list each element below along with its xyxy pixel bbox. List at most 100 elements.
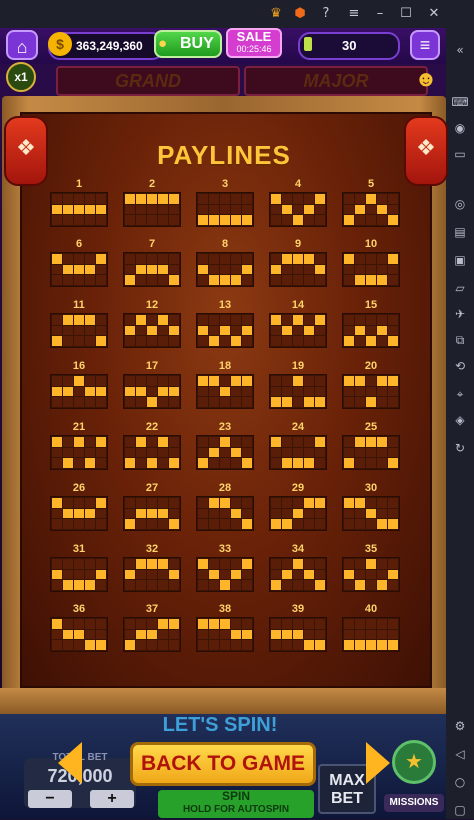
payline-number: 30 <box>364 482 378 494</box>
missions-button[interactable]: ★ MISSIONS <box>384 740 444 816</box>
screenshot-icon[interactable]: ▣ <box>450 250 470 270</box>
camera-icon[interactable]: ◎ <box>450 194 470 214</box>
payline-cell <box>231 458 241 468</box>
recents-icon[interactable]: ▢ <box>450 800 470 820</box>
payline-cell <box>74 580 84 590</box>
payline-cell <box>344 325 354 336</box>
payline-cell <box>158 204 168 215</box>
multiplier-badge[interactable]: x1 <box>6 62 36 92</box>
payline-number: 10 <box>364 238 378 250</box>
close-icon[interactable]: ✕ <box>424 4 444 24</box>
payline-cell <box>96 519 106 529</box>
payline-cell <box>344 437 354 447</box>
payline-cell <box>366 498 376 508</box>
help-icon[interactable]: ? <box>316 4 336 24</box>
payline-cell <box>85 519 95 529</box>
payline-cell <box>85 640 95 650</box>
payline-cell <box>158 447 168 458</box>
payline-cell <box>304 275 314 285</box>
payline-cell <box>52 376 62 386</box>
emulator-side-toolbar: « ⌨ ◉ ▭ ◎ ▤ ▣ ▱ ✈ ⧉ ⟲ ⌖ ◈ ↻ ⚙ ◁ ○ ▢ <box>446 28 474 819</box>
payline-cell <box>74 519 84 529</box>
lucky-cat-icon[interactable]: ☻ <box>410 64 442 94</box>
payline-diagram <box>123 313 181 348</box>
payline-number: 38 <box>218 603 232 615</box>
resize-icon[interactable]: ⧉ <box>450 330 470 350</box>
payline-cell <box>158 386 168 397</box>
payline-cell <box>147 336 157 346</box>
payline-cell <box>293 619 303 629</box>
payline-cell <box>63 215 73 225</box>
payline-cell <box>293 640 303 650</box>
payline-cell <box>271 640 281 650</box>
payline-cell <box>96 437 106 447</box>
expand-icon[interactable]: « <box>450 40 470 60</box>
app-icon[interactable]: ⬢ <box>290 4 310 24</box>
minimize-icon[interactable]: – <box>370 4 390 24</box>
payline-cell <box>242 215 252 225</box>
keyboard-icon[interactable]: ⌨ <box>450 92 470 112</box>
payline-cell <box>85 559 95 569</box>
location-icon[interactable]: ⌖ <box>450 384 470 404</box>
decrease-bet-button[interactable]: − <box>28 790 72 808</box>
main-menu-button[interactable]: ≡ <box>410 30 440 60</box>
layers-icon[interactable]: ◈ <box>450 410 470 430</box>
payline-cell <box>377 336 387 346</box>
payline-cell <box>147 264 157 275</box>
menu-icon[interactable]: ≡ <box>344 4 364 24</box>
back-to-game-button[interactable]: BACK TO GAME <box>130 742 316 786</box>
jackpot-strip: GRAND MAJOR <box>44 64 440 96</box>
payline-cell <box>169 508 179 519</box>
payline-cell <box>231 559 241 569</box>
payline-cell <box>355 437 365 447</box>
payline-cell <box>169 194 179 204</box>
payline-cell <box>74 336 84 346</box>
screen-icon[interactable]: ▭ <box>450 144 470 164</box>
payline-cell <box>136 264 146 275</box>
payline-cell <box>388 640 398 650</box>
payline-cell <box>63 386 73 397</box>
home-button[interactable]: ⌂ <box>6 30 38 60</box>
payline-cell <box>293 315 303 325</box>
payline-cell <box>304 640 314 650</box>
payline-cell <box>74 569 84 580</box>
payline-cell <box>304 559 314 569</box>
payline-cell <box>125 275 135 285</box>
payline-cell <box>63 204 73 215</box>
crown-icon[interactable]: ♛ <box>266 4 286 24</box>
payline-cell <box>63 519 73 529</box>
payline-cell <box>220 508 230 519</box>
maximize-icon[interactable]: ☐ <box>396 4 416 24</box>
payline-cell <box>315 447 325 458</box>
payline-cell <box>169 264 179 275</box>
buy-button[interactable]: ● BUY <box>154 30 222 58</box>
payline-cell <box>293 519 303 529</box>
payline-number: 14 <box>291 299 305 311</box>
payline-cell <box>136 215 146 225</box>
payline-cell <box>136 254 146 264</box>
airplane-icon[interactable]: ✈ <box>450 304 470 324</box>
payline-number: 15 <box>364 299 378 311</box>
payline-cell <box>377 498 387 508</box>
payline-cell <box>125 640 135 650</box>
payline-cell <box>315 580 325 590</box>
gamepad-icon[interactable]: ◉ <box>450 118 470 138</box>
apk-icon[interactable]: ▤ <box>450 222 470 242</box>
sale-button[interactable]: SALE 00:25:46 <box>226 28 282 58</box>
payline-cell <box>136 315 146 325</box>
payline-cell <box>220 569 230 580</box>
folder-icon[interactable]: ▱ <box>450 278 470 298</box>
payline-cell <box>147 619 157 629</box>
settings-icon[interactable]: ⚙ <box>450 716 470 736</box>
house-icon: ⌂ <box>16 37 28 57</box>
payline-cell <box>366 325 376 336</box>
rotate-icon[interactable]: ⟲ <box>450 356 470 376</box>
payline-cell <box>52 580 62 590</box>
home-icon[interactable]: ○ <box>450 772 470 792</box>
payline-cell <box>304 447 314 458</box>
payline-cell <box>74 437 84 447</box>
increase-bet-button[interactable]: + <box>90 790 134 808</box>
refresh-icon[interactable]: ↻ <box>450 438 470 458</box>
payline-cell <box>63 508 73 519</box>
back-icon[interactable]: ◁ <box>450 744 470 764</box>
